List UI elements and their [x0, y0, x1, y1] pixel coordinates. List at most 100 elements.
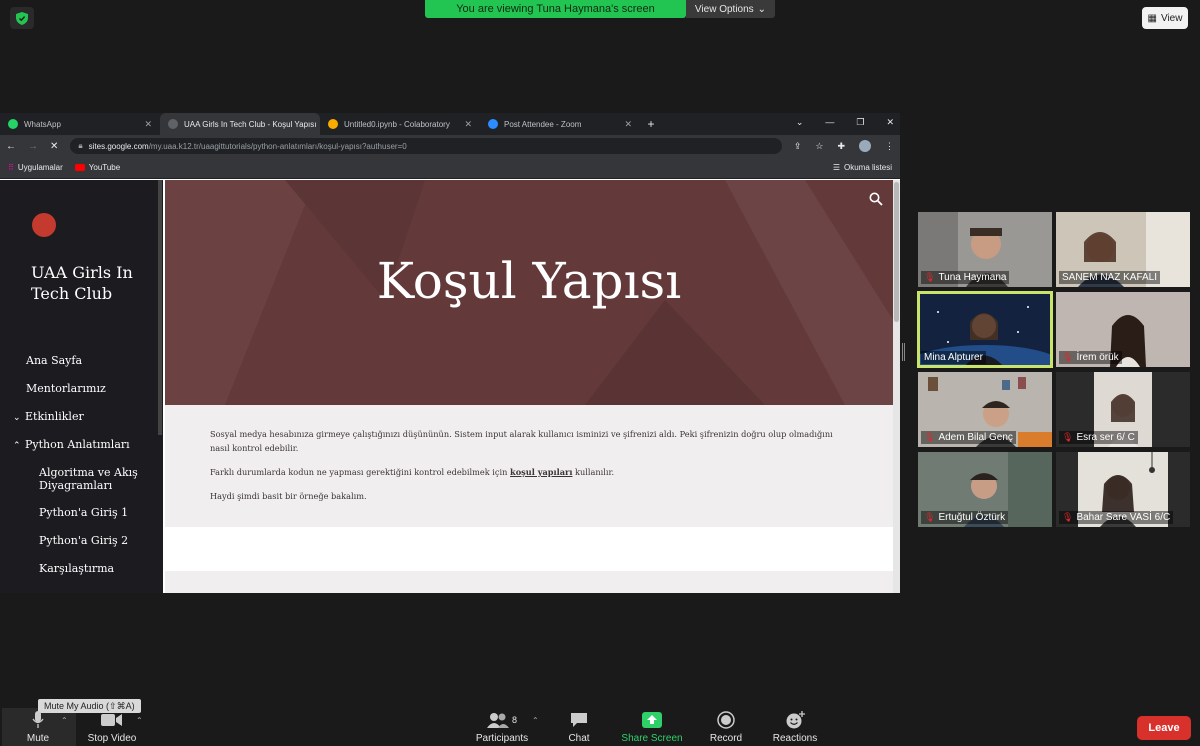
window-controls: ⌄ — ❐ ✕: [796, 117, 894, 128]
sidebar-scrollbar[interactable]: [158, 180, 162, 435]
apps-grid-icon: ⠿: [8, 163, 14, 172]
tab-search-icon[interactable]: ⌄: [796, 117, 804, 128]
share-icon[interactable]: ⇪: [794, 141, 802, 152]
mic-muted-icon: 🎙︎: [1062, 512, 1074, 522]
video-tile[interactable]: 🎙︎ Tuna Haymana: [918, 212, 1052, 287]
forward-icon[interactable]: →: [28, 141, 38, 152]
menu-kebab-icon[interactable]: ⋮: [885, 141, 894, 152]
bookmark-youtube[interactable]: YouTube: [74, 163, 120, 172]
video-tile[interactable]: 🎙︎ Bahar Sare VASİ 6/C: [1056, 452, 1190, 527]
address-toolbar: ← → ✕ 🔒︎ sites.google.com/my.uaa.k12.tr/…: [0, 135, 900, 157]
view-layout-button[interactable]: ▦ View: [1142, 7, 1188, 29]
video-tile[interactable]: 🎙︎ İrem örük: [1056, 292, 1190, 367]
back-icon[interactable]: ←: [6, 141, 16, 152]
url-host: sites.google.com: [88, 141, 149, 151]
nav-label: Karşılaştırma: [39, 562, 115, 575]
video-tile[interactable]: 🎙︎ Ertuğtul Öztürk: [918, 452, 1052, 527]
share-screen-button[interactable]: Share Screen: [618, 710, 686, 744]
extensions-icon[interactable]: ✚: [837, 141, 845, 152]
tab-label: Untitled0.ipynb - Colaboratory: [344, 119, 450, 129]
mic-muted-icon: 🎙︎: [1062, 432, 1074, 442]
nav-python-giris-1[interactable]: Python'a Giriş 1: [39, 506, 128, 519]
browser-tab-colab[interactable]: Untitled0.ipynb - Colaboratory ✕: [320, 113, 480, 135]
chevron-down-icon[interactable]: ⌄: [13, 413, 25, 423]
browser-tab-sites[interactable]: UAA Girls In Tech Club - Koşul Yapısı ✕: [160, 113, 320, 135]
star-icon[interactable]: ☆: [815, 141, 823, 152]
nav-label: Python'a Giriş 2: [39, 534, 129, 547]
reactions-button[interactable]: Reactions: [770, 710, 820, 744]
video-options-caret[interactable]: ⌃: [136, 716, 143, 725]
site-sidebar: UAA Girls In Tech Club Ana Sayfa Mentorl…: [0, 180, 163, 593]
site-name[interactable]: UAA Girls In Tech Club: [31, 262, 146, 304]
page-scrollbar[interactable]: [893, 180, 900, 593]
nav-python-giris-2[interactable]: Python'a Giriş 2: [39, 534, 128, 547]
chat-button[interactable]: Chat: [564, 710, 594, 744]
nav-karsilastirma[interactable]: Karşılaştırma: [39, 562, 114, 575]
browser-tab-whatsapp[interactable]: WhatsApp ✕: [0, 113, 160, 135]
emoji-reaction-icon: [785, 710, 805, 730]
audio-options-caret[interactable]: ⌃: [61, 716, 68, 725]
video-tile-active-speaker[interactable]: Mina Alpturer: [917, 291, 1053, 368]
browser-tab-strip: WhatsApp ✕ UAA Girls In Tech Club - Koşu…: [0, 113, 900, 135]
mute-button[interactable]: Mute: [18, 710, 58, 744]
view-options-button[interactable]: View Options ⌄: [686, 0, 775, 18]
video-tile[interactable]: SANEM NAZ KAFALI: [1056, 212, 1190, 287]
new-tab-button[interactable]: +: [640, 113, 662, 135]
chat-label: Chat: [568, 733, 590, 744]
search-icon[interactable]: [869, 192, 883, 211]
nav-python-anlatimlari[interactable]: ⌃ Python Anlatımları: [13, 438, 130, 451]
whatsapp-icon: [8, 119, 18, 129]
close-window-icon[interactable]: ✕: [886, 117, 894, 128]
page-content: Sosyal medya hesabınıza girmeye çalıştığ…: [165, 405, 893, 527]
nav-algoritma[interactable]: Algoritma ve Akış Diyagramları: [39, 466, 149, 492]
club-logo[interactable]: [32, 213, 56, 237]
restore-icon[interactable]: ❐: [856, 117, 864, 128]
google-site-page: UAA Girls In Tech Club Ana Sayfa Mentorl…: [0, 180, 900, 593]
nav-etkinlikler[interactable]: ⌄ Etkinlikler: [13, 410, 84, 423]
participants-label: Participants: [475, 733, 529, 744]
tab-label: UAA Girls In Tech Club - Koşul Yapısı: [184, 119, 317, 129]
paragraph-intro: Sosyal medya hesabınıza girmeye çalıştığ…: [210, 429, 833, 453]
zoom-meeting-window: You are viewing Tuna Haymana's screen Vi…: [0, 0, 1200, 746]
stop-loading-icon[interactable]: ✕: [50, 141, 58, 152]
gallery-resize-handle[interactable]: [902, 343, 905, 361]
nav-ana-sayfa[interactable]: Ana Sayfa: [26, 354, 82, 367]
nav-mentorlarimiz[interactable]: Mentorlarımız: [26, 382, 106, 395]
participant-name: Bahar Sare VASİ 6/C: [1076, 512, 1171, 523]
nav-label: Etkinlikler: [25, 410, 84, 423]
paragraph-text: Farklı durumlarda kodun ne yapması gerek…: [210, 467, 508, 477]
stop-video-button[interactable]: Stop Video: [84, 710, 140, 744]
chevron-up-icon[interactable]: ⌃: [13, 441, 25, 451]
close-tab-icon[interactable]: ✕: [624, 119, 632, 130]
video-tile[interactable]: 🎙︎ Adem Bilal Genç: [918, 372, 1052, 447]
bookmark-apps[interactable]: ⠿ Uygulamalar: [8, 163, 63, 172]
leave-meeting-button[interactable]: Leave: [1137, 716, 1191, 740]
participant-name: Mina Alpturer: [924, 352, 983, 363]
participant-name: Ertuğtul Öztürk: [938, 512, 1006, 523]
bookmarks-bar: ⠿ Uygulamalar YouTube ☰ Okuma listesi: [0, 157, 900, 179]
record-button[interactable]: Record: [706, 710, 746, 744]
participant-name: SANEM NAZ KAFALI: [1062, 272, 1158, 283]
participant-name-tag: Mina Alpturer: [921, 351, 986, 364]
browser-tab-zoom[interactable]: Post Attendee - Zoom ✕: [480, 113, 640, 135]
paragraph-text: kullanılır.: [575, 467, 615, 477]
reactions-label: Reactions: [772, 733, 818, 744]
bookmark-label: Uygulamalar: [17, 163, 63, 172]
minimize-icon[interactable]: —: [825, 117, 834, 128]
next-section: [165, 571, 893, 593]
participant-name-tag: SANEM NAZ KAFALI: [1059, 271, 1161, 284]
security-shield-icon[interactable]: [10, 7, 34, 29]
chevron-down-icon: ⌄: [757, 3, 767, 15]
participants-button[interactable]: 8 Participants: [472, 710, 532, 744]
close-tab-icon[interactable]: ✕: [144, 119, 152, 130]
participants-options-caret[interactable]: ⌃: [532, 716, 539, 725]
participant-name-tag: 🎙︎ İrem örük: [1059, 351, 1122, 364]
scrollbar-thumb[interactable]: [894, 182, 899, 322]
profile-avatar[interactable]: [859, 140, 871, 152]
address-bar[interactable]: 🔒︎ sites.google.com/my.uaa.k12.tr/uaagit…: [70, 138, 782, 154]
close-tab-icon[interactable]: ✕: [464, 119, 472, 130]
reading-list-button[interactable]: ☰ Okuma listesi: [833, 163, 892, 172]
kosul-yapilari-link[interactable]: koşul yapıları: [510, 467, 572, 477]
video-tile[interactable]: 🎙︎ Esra ser 6/ C: [1056, 372, 1190, 447]
participant-count: 8: [511, 715, 517, 725]
